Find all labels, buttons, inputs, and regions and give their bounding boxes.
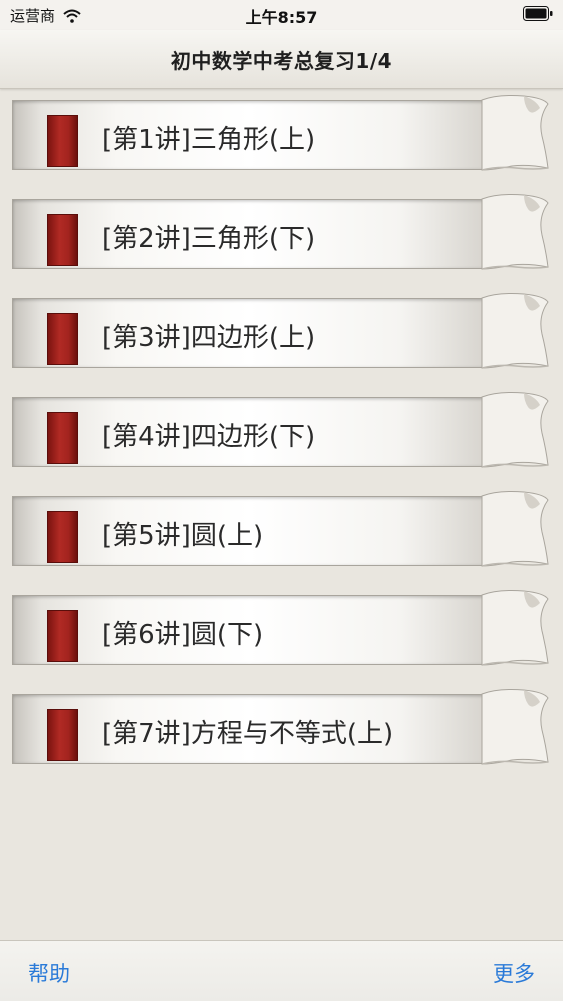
page-curl-icon xyxy=(481,194,549,270)
lesson-item-2[interactable]: [第2讲]三角形(下) xyxy=(12,194,552,270)
battery-icon xyxy=(523,6,553,21)
more-button[interactable]: 更多 xyxy=(493,958,535,988)
lesson-item-4[interactable]: [第4讲]四边形(下) xyxy=(12,392,552,468)
bookmark-ribbon-icon xyxy=(47,412,78,464)
bookmark-ribbon-icon xyxy=(47,709,78,761)
status-time: 上午8:57 xyxy=(245,8,318,27)
navigation-bar: 初中数学中考总复习1/4 xyxy=(0,30,563,89)
bottom-toolbar: 帮助 更多 xyxy=(0,940,563,1001)
status-bar: 运营商 上午8:57 xyxy=(0,0,563,30)
lesson-item-3[interactable]: [第3讲]四边形(上) xyxy=(12,293,552,369)
lesson-label: [第2讲]三角形(下) xyxy=(102,224,316,254)
lesson-item-1[interactable]: [第1讲]三角形(上) xyxy=(12,95,552,171)
help-button[interactable]: 帮助 xyxy=(28,958,70,988)
page-curl-icon xyxy=(481,491,549,567)
lesson-item-6[interactable]: [第6讲]圆(下) xyxy=(12,590,552,666)
lesson-item-5[interactable]: [第5讲]圆(上) xyxy=(12,491,552,567)
page-curl-icon xyxy=(481,95,549,171)
bookmark-ribbon-icon xyxy=(47,214,78,266)
lesson-label: [第6讲]圆(下) xyxy=(102,620,264,650)
lesson-item-7[interactable]: [第7讲]方程与不等式(上) xyxy=(12,689,552,765)
lesson-list: [第1讲]三角形(上) [第2讲]三角形(下) [第3讲]四边形(上) [第4讲… xyxy=(12,95,552,793)
page-curl-icon xyxy=(481,392,549,468)
lesson-label: [第3讲]四边形(上) xyxy=(102,323,316,353)
bookmark-ribbon-icon xyxy=(47,115,78,167)
bookmark-ribbon-icon xyxy=(47,313,78,365)
lesson-label: [第7讲]方程与不等式(上) xyxy=(102,719,394,749)
bookmark-ribbon-icon xyxy=(47,610,78,662)
page-curl-icon xyxy=(481,689,549,765)
lesson-label: [第1讲]三角形(上) xyxy=(102,125,316,155)
lesson-label: [第4讲]四边形(下) xyxy=(102,422,316,452)
bookmark-ribbon-icon xyxy=(47,511,78,563)
lesson-label: [第5讲]圆(上) xyxy=(102,521,264,551)
page-curl-icon xyxy=(481,590,549,666)
page-curl-icon xyxy=(481,293,549,369)
page-title: 初中数学中考总复习1/4 xyxy=(170,49,393,73)
